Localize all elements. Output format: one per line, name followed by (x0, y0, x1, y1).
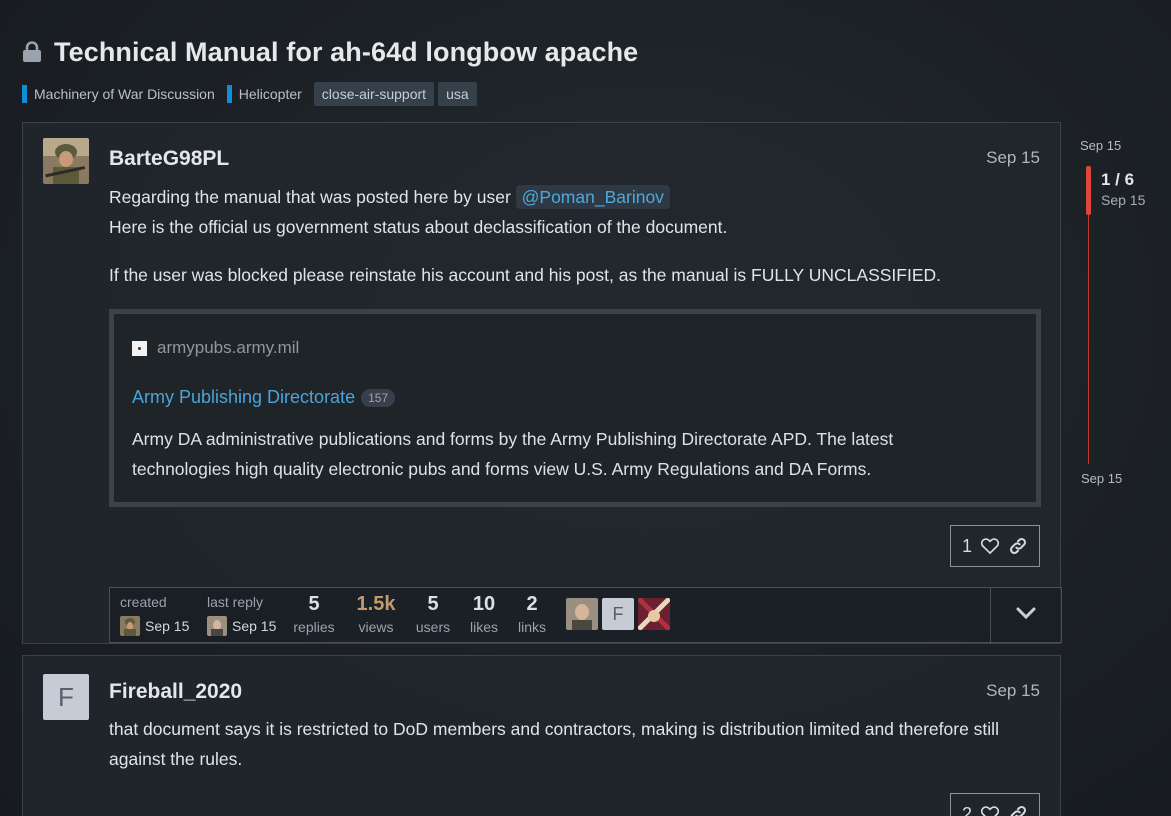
views-count: 1.5k (356, 593, 396, 615)
participants: F (566, 598, 670, 630)
stat-users: 5 users (414, 593, 452, 635)
avatar (207, 616, 227, 636)
like-count[interactable]: 1 (962, 536, 972, 557)
onebox-source-label: armypubs.army.mil (157, 338, 300, 357)
summary-created[interactable]: created Sep 15 (120, 594, 189, 636)
created-who: Sep 15 (120, 616, 189, 636)
timeline-count: 1 / 6 (1101, 170, 1135, 189)
tag-usa[interactable]: usa (438, 82, 477, 106)
links-label: links (517, 619, 546, 635)
replies-label: replies (293, 619, 335, 635)
last-reply-date: Sep 15 (232, 618, 277, 634)
onebox-source[interactable]: armypubs.army.mil (132, 338, 299, 358)
onebox-title-text: Army Publishing Directorate (132, 387, 356, 407)
post-line: against the rules. (109, 749, 243, 769)
lock-icon (22, 41, 42, 63)
post-body: Regarding the manual that was posted her… (109, 182, 941, 290)
post-body: that document says it is restricted to D… (109, 714, 999, 774)
stat-replies: 5 replies (293, 593, 335, 635)
summary-last-reply[interactable]: last reply Sep 15 (207, 594, 276, 636)
post-line: Here is the official us government statu… (109, 217, 728, 237)
last-reply-who: Sep 15 (207, 616, 276, 636)
created-label: created (120, 594, 167, 610)
category-swatch (226, 85, 232, 103)
expand-summary-button[interactable] (990, 587, 1062, 643)
category-helicopter[interactable]: Helicopter (226, 85, 302, 103)
onebox-desc-line: technologies high quality electronic pub… (132, 459, 872, 479)
link-onebox: armypubs.army.mil Army Publishing Direct… (109, 309, 1041, 507)
users-count: 5 (427, 593, 439, 615)
topic-timeline: Sep 15 1 / 6 Sep 15 Sep 15 (1080, 138, 1170, 486)
tag-close-air-support[interactable]: close-air-support (313, 82, 435, 106)
stat-views: 1.5k views (354, 593, 398, 635)
category-swatch (22, 85, 27, 103)
timeline-position: 1 / 6 Sep 15 (1101, 170, 1145, 208)
post-line: Regarding the manual that was posted her… (109, 182, 941, 212)
topic-summary: created Sep 15 last reply Sep 15 5 repli… (109, 587, 1062, 643)
stat-links: 2 links (515, 593, 549, 635)
user-mention[interactable]: @Poman_Barinov (515, 185, 670, 209)
click-count-badge: 157 (361, 388, 396, 407)
onebox-desc-line: Army DA administrative publications and … (132, 429, 894, 449)
onebox-description: Army DA administrative publications and … (132, 424, 1032, 484)
last-reply-label: last reply (207, 594, 264, 610)
post-username[interactable]: Fireball_2020 (109, 680, 242, 704)
link-icon[interactable] (1008, 536, 1028, 556)
users-label: users (415, 619, 451, 635)
post-username[interactable]: BarteG98PL (109, 147, 229, 171)
replies-count: 5 (308, 593, 320, 615)
category-label: Helicopter (238, 86, 302, 102)
favicon-icon (132, 340, 147, 356)
post-actions: 1 (950, 525, 1040, 567)
topic-title[interactable]: Technical Manual for ah-64d longbow apac… (54, 37, 638, 68)
post-date[interactable]: Sep 15 (986, 681, 1040, 701)
views-label: views (358, 619, 394, 635)
title-row: Technical Manual for ah-64d longbow apac… (22, 34, 1142, 70)
participant-avatar[interactable] (638, 598, 670, 630)
participant-avatar[interactable]: F (602, 598, 634, 630)
heart-icon[interactable] (980, 804, 1000, 816)
participant-avatar[interactable] (566, 598, 598, 630)
timeline-start-date[interactable]: Sep 15 (1080, 138, 1170, 153)
created-date: Sep 15 (145, 618, 190, 634)
link-icon[interactable] (1008, 804, 1028, 816)
onebox-title[interactable]: Army Publishing Directorate 157 (132, 387, 396, 408)
post-text: Regarding the manual that was posted her… (109, 187, 516, 207)
avatar (120, 616, 140, 636)
timeline-end-date[interactable]: Sep 15 (1081, 471, 1122, 486)
timeline-handle[interactable] (1086, 166, 1091, 215)
category-machinery-of-war[interactable]: Machinery of War Discussion (22, 85, 215, 103)
post-line: that document says it is restricted to D… (109, 719, 999, 739)
post-1: BarteG98PL Sep 15 Regarding the manual t… (22, 122, 1062, 644)
heart-icon[interactable] (980, 536, 1000, 556)
category-label: Machinery of War Discussion (34, 86, 215, 102)
post-actions: 2 (950, 793, 1040, 816)
tags-row: Machinery of War Discussion Helicopter c… (22, 82, 1142, 106)
like-count[interactable]: 2 (962, 804, 972, 816)
post-date[interactable]: Sep 15 (986, 148, 1040, 168)
likes-label: likes (469, 619, 498, 635)
timeline-position-date: Sep 15 (1101, 192, 1146, 208)
chevron-down-icon (1015, 606, 1037, 625)
links-count: 2 (526, 593, 538, 615)
avatar[interactable]: F (43, 674, 89, 720)
topic-header: Technical Manual for ah-64d longbow apac… (22, 34, 1142, 106)
likes-count: 10 (472, 593, 496, 615)
avatar[interactable] (43, 138, 89, 184)
post-paragraph: If the user was blocked please reinstate… (109, 265, 941, 285)
post-2: F Fireball_2020 Sep 15 that document say… (22, 655, 1061, 816)
stat-likes: 10 likes (465, 593, 503, 635)
